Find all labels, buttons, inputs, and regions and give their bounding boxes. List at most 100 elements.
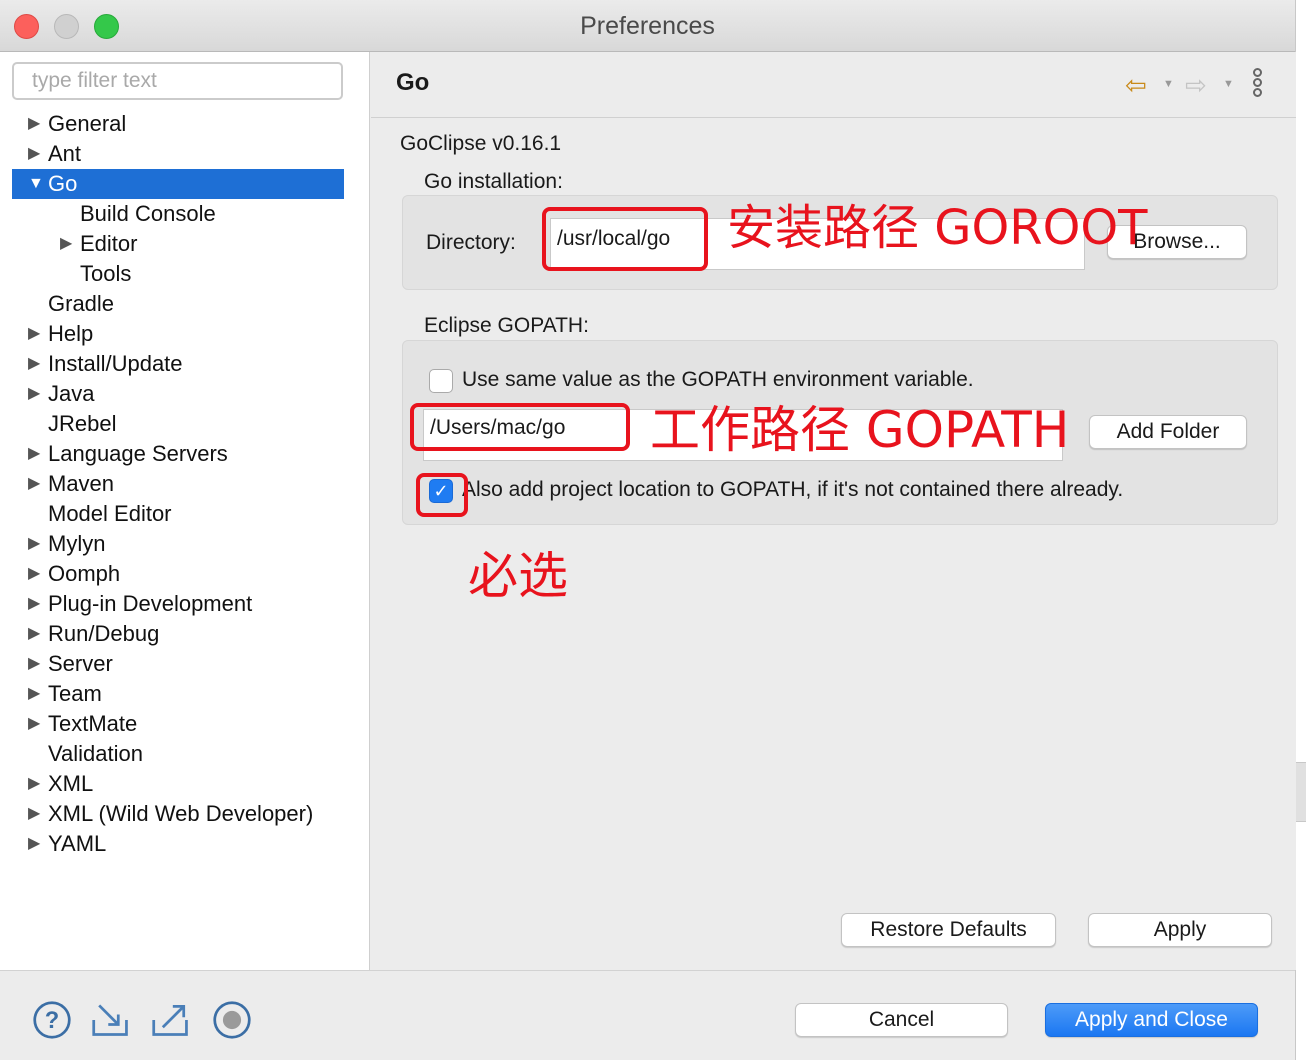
apply-and-close-button[interactable]: Apply and Close [1045,1003,1258,1037]
goroot-annotation: 安装路径 GOROOT [727,200,1148,256]
preferences-tree: ▶ General ▶ Ant ▼ Go Build Console ▶ Editor Tools… [0,109,370,859]
version-label: GoClipse v0.16.1 [400,132,562,155]
sidebar-item-label: Server [48,651,113,676]
collapsed-triangle-icon[interactable]: ▶ [28,589,44,619]
forward-dropdown-icon[interactable]: ▼ [1223,78,1234,90]
sidebar-item-label: Install/Update [48,351,183,376]
sidebar-item-xml-wild-web-developer[interactable]: ▶ XML (Wild Web Developer) [0,799,370,829]
sidebar-item-label: Help [48,321,94,346]
eclipse-gopath-label: Eclipse GOPATH: [424,314,589,337]
collapsed-triangle-icon[interactable]: ▶ [28,349,44,379]
go-installation-label: Go installation: [424,170,563,193]
sidebar-item-gradle[interactable]: Gradle [0,289,370,319]
import-icon[interactable] [88,1000,134,1040]
sidebar-item-install-update[interactable]: ▶ Install/Update [0,349,370,379]
sidebar-item-team[interactable]: ▶ Team [0,679,370,709]
sidebar-item-yaml[interactable]: ▶ YAML [0,829,370,859]
sidebar-item-plug-in-development[interactable]: ▶ Plug-in Development [0,589,370,619]
required-annotation: 必选 [468,547,568,605]
sidebar-item-label: XML (Wild Web Developer) [48,801,314,826]
collapsed-triangle-icon[interactable]: ▶ [28,619,44,649]
sidebar-item-label: Ant [48,141,82,166]
sidebar-item-xml[interactable]: ▶ XML [0,769,370,799]
help-icon[interactable]: ? [30,1000,74,1040]
collapsed-triangle-icon[interactable]: ▶ [28,649,44,679]
sidebar-item-label: JRebel [48,411,117,436]
collapsed-triangle-icon[interactable]: ▶ [28,379,44,409]
use-env-gopath-checkbox[interactable] [429,369,453,393]
add-folder-button[interactable]: Add Folder [1089,415,1247,449]
filter-input[interactable] [12,62,343,100]
sidebar-item-language-servers[interactable]: ▶ Language Servers [0,439,370,469]
sidebar-item-label: XML [48,771,94,796]
sidebar-item-label: Go [48,171,78,196]
collapsed-triangle-icon[interactable]: ▶ [28,799,44,829]
collapsed-triangle-icon[interactable]: ▶ [28,319,44,349]
sidebar-item-build-console[interactable]: Build Console [0,199,370,229]
collapsed-triangle-icon[interactable]: ▶ [28,109,44,139]
cancel-button[interactable]: Cancel [795,1003,1008,1037]
preferences-window: Preferences ▶General▶Ant▼GoBuild Console… [0,0,1296,1060]
collapsed-triangle-icon[interactable]: ▶ [28,559,44,589]
collapsed-triangle-icon[interactable]: ▶ [28,769,44,799]
collapsed-triangle-icon[interactable]: ▶ [28,829,44,859]
sidebar-item-server[interactable]: ▶ Server [0,649,370,679]
sidebar-item-label: Editor [80,231,138,256]
sidebar-item-oomph[interactable]: ▶ Oomph [0,559,370,589]
sidebar-item-label: Language Servers [48,441,228,466]
expanded-triangle-icon[interactable]: ▼ [28,169,44,199]
sidebar-item-validation[interactable]: Validation [0,739,370,769]
collapsed-triangle-icon[interactable]: ▶ [28,679,44,709]
sidebar-item-general[interactable]: ▶ General [0,109,370,139]
use-env-gopath-label: Use same value as the GOPATH environment… [462,368,974,391]
sidebar-item-tools[interactable]: Tools [0,259,370,289]
collapsed-triangle-icon[interactable]: ▶ [28,139,44,169]
svg-text:?: ? [45,1008,59,1034]
view-menu-icon[interactable] [1253,68,1265,98]
collapsed-triangle-icon[interactable]: ▶ [28,529,44,559]
back-arrow-icon[interactable]: ⇦ [1125,70,1147,101]
sidebar-item-mylyn[interactable]: ▶ Mylyn [0,529,370,559]
sidebar-item-maven[interactable]: ▶ Maven [0,469,370,499]
sidebar-item-textmate[interactable]: ▶ TextMate [0,709,370,739]
collapsed-triangle-icon[interactable]: ▶ [28,469,44,499]
sidebar-item-label: Team [48,681,102,706]
gopath-highlight-box [410,403,630,451]
sidebar-item-ant[interactable]: ▶ Ant [0,139,370,169]
sidebar-item-label: General [48,111,127,136]
collapsed-triangle-icon[interactable]: ▶ [60,229,76,259]
directory-label: Directory: [426,231,516,254]
forward-arrow-icon[interactable]: ⇨ [1185,70,1207,101]
sidebar-item-model-editor[interactable]: Model Editor [0,499,370,529]
sidebar-item-label: Validation [48,741,143,766]
gopath-annotation: 工作路径 GOPATH [650,401,1070,459]
sidebar-item-label: Build Console [80,201,216,226]
sidebar-item-jrebel[interactable]: JRebel [0,409,370,439]
window-title: Preferences [580,12,715,40]
sidebar-item-editor[interactable]: ▶ Editor [0,229,370,259]
sidebar-item-label: Model Editor [48,501,172,526]
apply-button[interactable]: Apply [1088,913,1272,947]
stop-icon[interactable] [210,1000,254,1040]
sidebar-item-label: Run/Debug [48,621,160,646]
collapsed-triangle-icon[interactable]: ▶ [28,439,44,469]
back-dropdown-icon[interactable]: ▼ [1163,78,1174,90]
sidebar-item-label: Plug-in Development [48,591,253,616]
collapsed-triangle-icon[interactable]: ▶ [28,709,44,739]
sidebar-item-label: Gradle [48,291,115,316]
sidebar-item-label: Tools [80,261,132,286]
sidebar-item-help[interactable]: ▶ Help [0,319,370,349]
page-title: Go [396,69,430,96]
title-bar: Preferences [0,0,1295,52]
sidebar-item-go[interactable]: ▼ Go [12,169,344,199]
sidebar-item-java[interactable]: ▶ Java [0,379,370,409]
sidebar-item-label: TextMate [48,711,138,736]
sidebar-item-label: Java [48,381,95,406]
export-icon[interactable] [148,1000,194,1040]
dialog-footer: Cancel Apply and Close [0,970,1295,1060]
sidebar-item-label: YAML [48,831,107,856]
page-header: Go ⇦ ▼ ⇨ ▼ [371,52,1296,118]
checkbox-highlight-box [416,473,468,517]
sidebar-item-run-debug[interactable]: ▶ Run/Debug [0,619,370,649]
restore-defaults-button[interactable]: Restore Defaults [841,913,1056,947]
